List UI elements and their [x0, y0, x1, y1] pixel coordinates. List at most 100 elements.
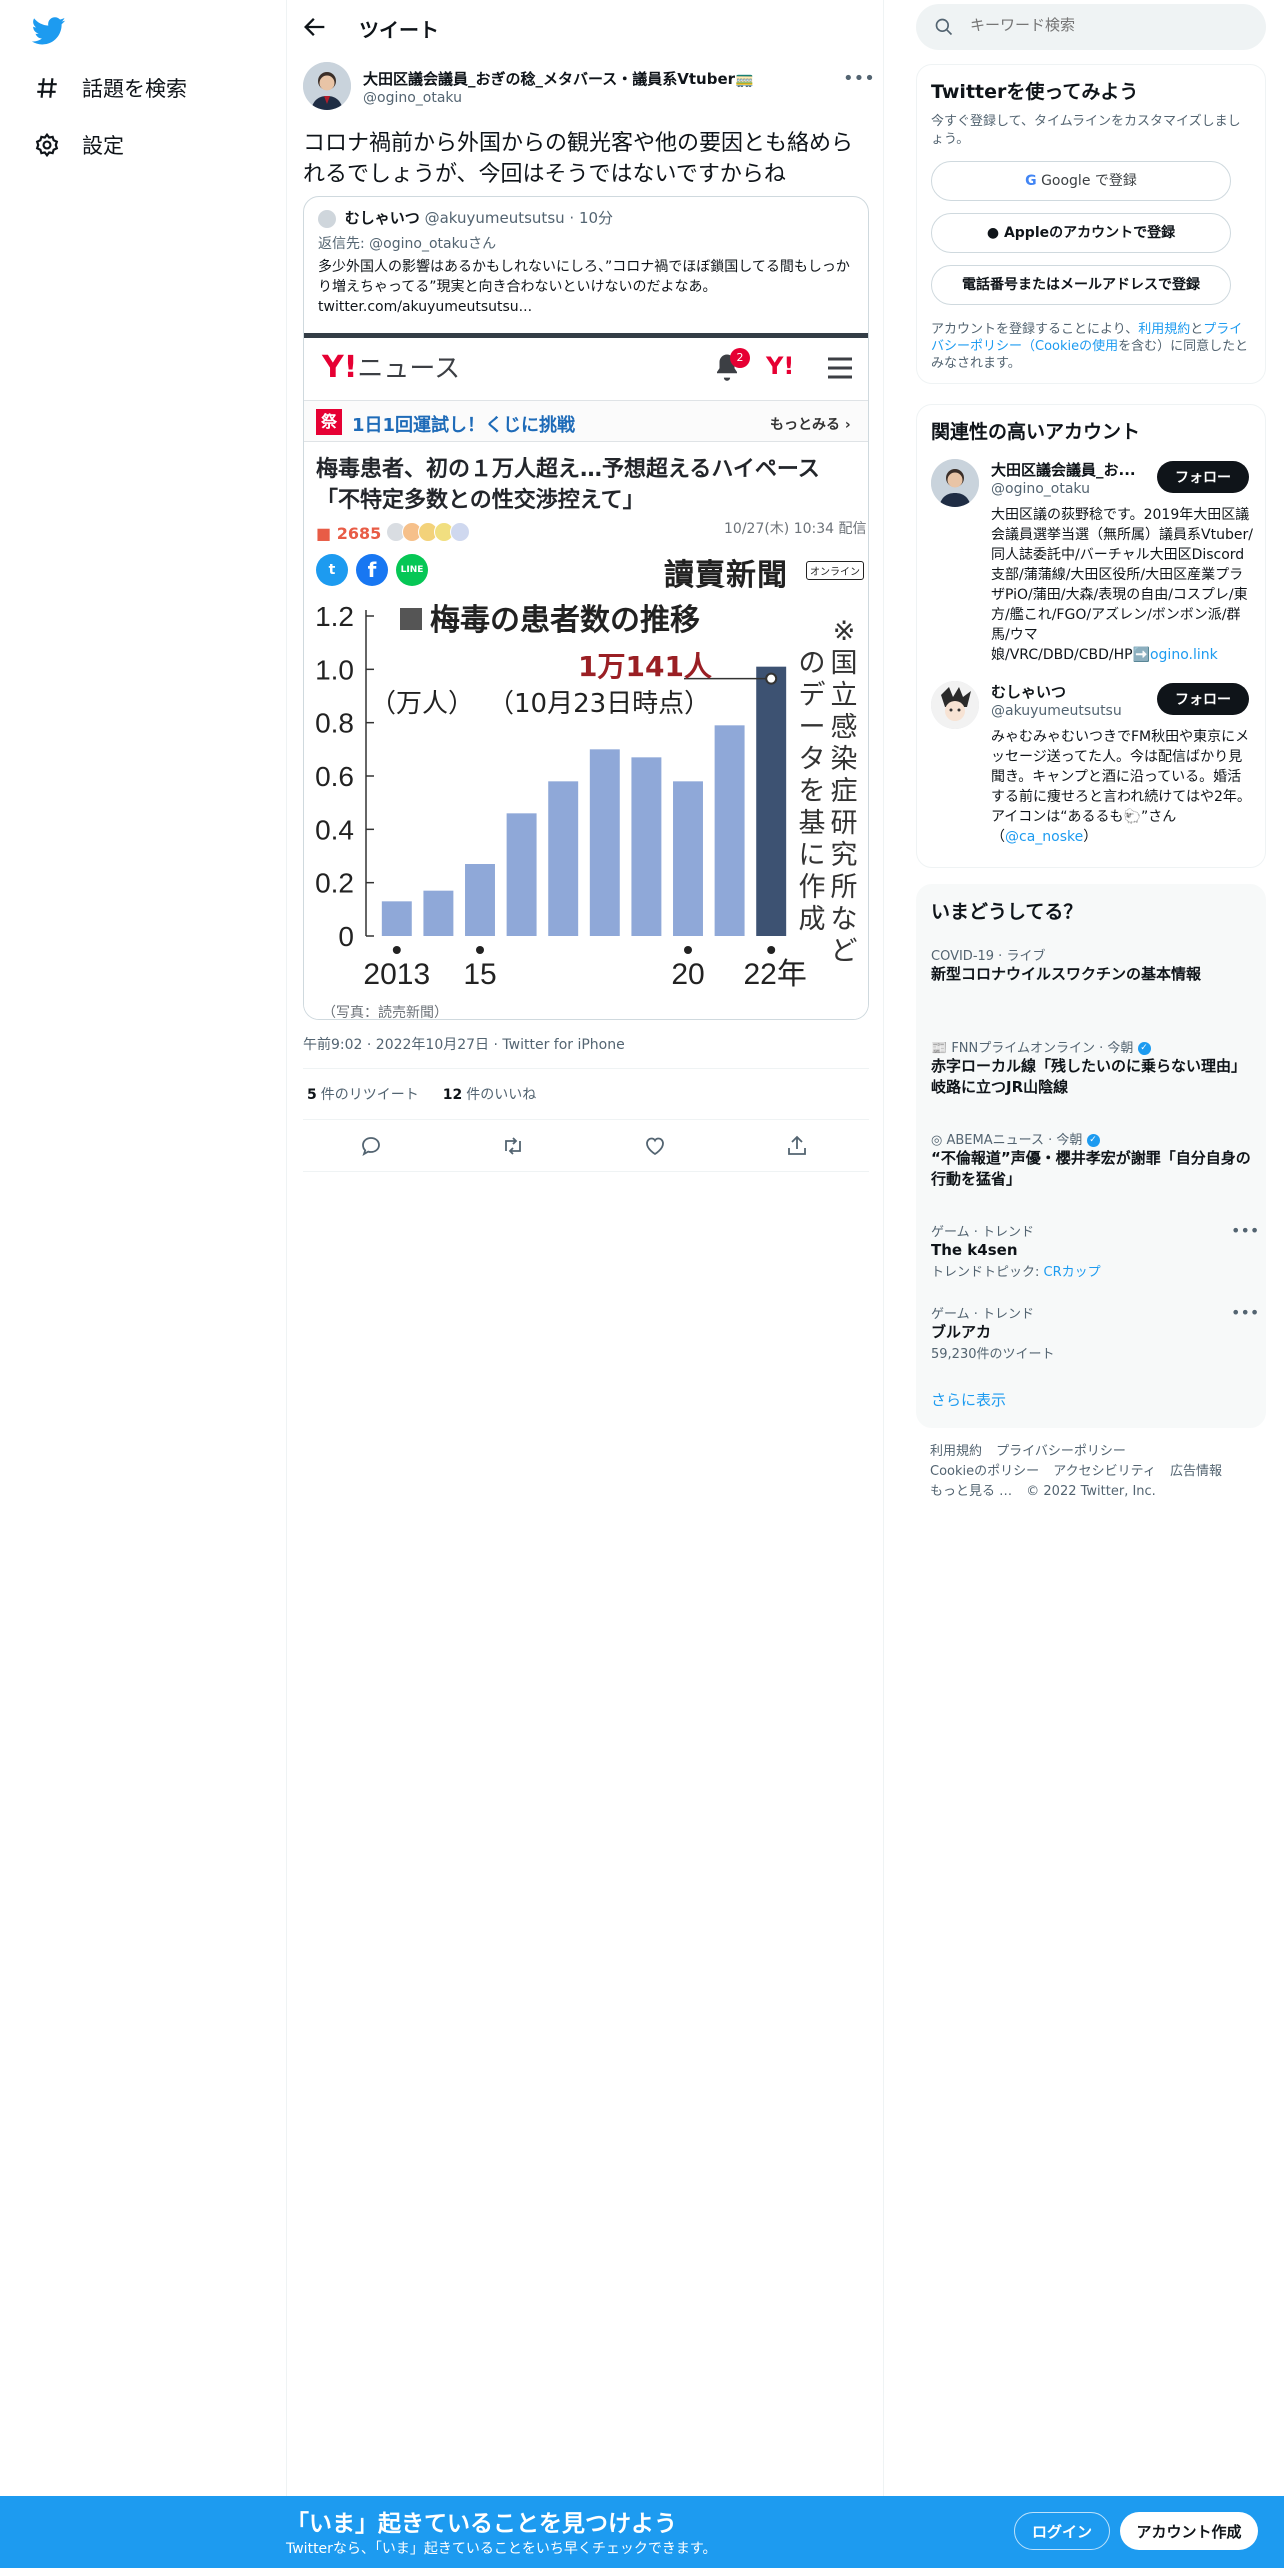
- x-tick-dot: [476, 946, 484, 954]
- facebook-share-icon: f: [356, 554, 388, 586]
- author-handle[interactable]: @ogino_otaku: [363, 90, 462, 106]
- avatar[interactable]: [931, 459, 979, 507]
- y-tick-label: 0: [338, 921, 354, 952]
- signup-subtitle: 今すぐ登録して、タイムラインをカスタマイズしましょう。: [931, 114, 1241, 147]
- line-share-icon: LINE: [396, 554, 428, 586]
- x-tick-label: 22年: [744, 958, 807, 991]
- back-arrow-icon[interactable]: [301, 13, 329, 41]
- like-icon[interactable]: [643, 1134, 667, 1158]
- yahoo-mini-logo: Y!: [766, 352, 795, 380]
- notification-badge: 2: [730, 348, 750, 368]
- side-note-char: ど: [831, 936, 858, 967]
- apple-signup-label: Appleのアカウントで登録: [1003, 225, 1176, 241]
- callout-dot: [765, 672, 778, 685]
- side-note-char: 国: [831, 648, 858, 679]
- search-input[interactable]: [970, 16, 1250, 34]
- legal-and: と: [1190, 322, 1204, 337]
- nav-explore[interactable]: 話題を検索: [34, 66, 187, 110]
- account-bio-link[interactable]: ➡️ogino.link: [1133, 647, 1218, 663]
- twitter-logo-icon[interactable]: [32, 14, 66, 48]
- account-bio-link[interactable]: @ca_noske: [1005, 829, 1083, 845]
- bar-2014: [423, 890, 454, 936]
- retweet-stat[interactable]: 5 件のリツイート: [307, 1084, 419, 1104]
- cookie-link[interactable]: （Cookieの使用: [1022, 339, 1118, 354]
- terms-link[interactable]: 利用規約: [1138, 322, 1190, 337]
- quote-link[interactable]: twitter.com/akuyumeutsutsu...: [318, 297, 858, 317]
- tweet-timestamp[interactable]: 午前9:02 · 2022年10月27日 · Twitter for iPhon…: [303, 1034, 625, 1054]
- quote-body: 多少外国人の影響はあるかもしれないにしろ、”コロナ禍でほぼ鎖国してる間もしっかり…: [318, 259, 850, 295]
- share-icon[interactable]: [785, 1134, 809, 1158]
- y-tick-label: 1.2: [315, 601, 354, 632]
- quote-header: むしゃいつ @akuyumeutsutsu · 10分: [318, 207, 613, 228]
- y-tick-label: 0.6: [315, 761, 354, 792]
- lottery-banner: 祭 1日1回運試し！くじに挑戦 もっとみる ›: [304, 400, 868, 442]
- footer-link[interactable]: アクセシビリティ: [1053, 1464, 1156, 1479]
- bar-2016: [506, 813, 537, 936]
- trend-title: The k4sen: [931, 1241, 1018, 1259]
- like-stat[interactable]: 12 件のいいね: [443, 1084, 536, 1104]
- footer-link[interactable]: 広告情報: [1170, 1464, 1222, 1479]
- tweet-actions: [303, 1120, 869, 1172]
- bar-2019: [631, 757, 662, 936]
- trend-subtext: トレンドトピック: CRカップ: [931, 1261, 1253, 1280]
- create-account-button[interactable]: アカウント作成: [1120, 2512, 1258, 2550]
- account-name[interactable]: むしゃいつ: [991, 681, 1141, 702]
- tweet-stats: 5 件のリツイート 12 件のいいね: [303, 1068, 869, 1120]
- quote-tweet-card[interactable]: むしゃいつ @akuyumeutsutsu · 10分 返信先: @ogino_…: [303, 196, 869, 1020]
- reply-icon[interactable]: [359, 1134, 383, 1158]
- account-handle[interactable]: @akuyumeutsutsu: [991, 703, 1122, 719]
- side-note-char: 所: [831, 872, 858, 903]
- trend-topic-link[interactable]: CRカップ: [1044, 1265, 1101, 1280]
- left-navigation: 話題を検索 設定: [0, 0, 286, 2496]
- footer-link[interactable]: もっと見る …: [930, 1484, 1012, 1499]
- follow-button[interactable]: フォロー: [1157, 461, 1249, 493]
- footer-link[interactable]: Cookieのポリシー: [930, 1464, 1039, 1479]
- reaction-icons: [386, 522, 470, 542]
- search-box[interactable]: [916, 4, 1266, 50]
- side-note-char: ー: [799, 712, 826, 743]
- side-note-char: に: [799, 840, 826, 871]
- signup-legal-text: アカウントを登録することにより、利用規約とプライバシーポリシー（Cookieの使…: [931, 321, 1253, 372]
- nav-settings[interactable]: 設定: [34, 123, 124, 167]
- footer-link[interactable]: 利用規約: [930, 1444, 982, 1459]
- trend-more-icon[interactable]: •••: [1231, 1221, 1259, 1240]
- like-count: 12: [442, 1087, 463, 1103]
- side-note-char: 作: [799, 872, 826, 903]
- trend-item[interactable]: 📰 FNNプライムオンライン · 今朝 ✓ 赤字ローカル線「残したいのに乗らない…: [931, 1037, 1253, 1098]
- quote-author-handle: @akuyumeutsutsu: [424, 209, 565, 227]
- trend-item[interactable]: ゲーム · トレンド ••• ブルアカ 59,230件のツイート: [931, 1303, 1259, 1362]
- trend-title: ブルアカ: [931, 1323, 992, 1341]
- comment-count-value: 2685: [336, 524, 382, 543]
- google-signup-label: Google で登録: [1041, 173, 1137, 189]
- trend-item[interactable]: ゲーム · トレンド ••• The k4sen トレンドトピック: CRカップ: [931, 1221, 1259, 1280]
- trend-item[interactable]: ◎ ABEMAニュース · 今朝 ✓ “不倫報道”声優・櫻井孝宏が謝罪「自分自身…: [931, 1129, 1253, 1190]
- footer-link[interactable]: プライバシーポリシー: [996, 1444, 1126, 1459]
- login-button[interactable]: ログイン: [1014, 2512, 1110, 2550]
- author-name[interactable]: 大田区議会議員_おぎの稔_メタバース・議員系Vtuber🚃: [363, 68, 754, 89]
- newspaper-logo: 讀賣新聞: [664, 558, 788, 593]
- account-name[interactable]: 大田区議会議員_お...: [991, 459, 1141, 480]
- trend-title: 新型コロナウイルスワクチンの基本情報: [931, 965, 1202, 983]
- account-bio-text: 大田区議の荻野稔です。2019年大田区議会議員選挙当選（無所属）議員系Vtube…: [991, 507, 1253, 663]
- retweet-icon[interactable]: [501, 1134, 525, 1158]
- apple-signup-button[interactable]: ● Appleのアカウントで登録: [931, 213, 1231, 253]
- account-bio-end: ）: [1083, 829, 1098, 845]
- footer-links: 利用規約 プライバシーポリシー Cookieのポリシー アクセシビリティ 広告情…: [930, 1442, 1250, 1502]
- avatar[interactable]: [931, 681, 979, 729]
- side-note-char: 症: [831, 776, 858, 807]
- phone-signup-button[interactable]: 電話番号またはメールアドレスで登録: [931, 265, 1231, 305]
- nav-explore-label: 話題を検索: [82, 77, 187, 101]
- signup-title: Twitterを使ってみよう: [931, 81, 1139, 103]
- trend-more-icon[interactable]: •••: [1231, 1303, 1259, 1322]
- quote-time: · 10分: [569, 209, 614, 227]
- show-more-link[interactable]: さらに表示: [931, 1389, 1006, 1410]
- photo-credit: （写真：読売新聞）: [322, 1005, 448, 1020]
- author-avatar[interactable]: [303, 62, 351, 110]
- follow-button[interactable]: フォロー: [1157, 683, 1249, 715]
- side-note-char: タ: [799, 744, 826, 775]
- trend-item[interactable]: COVID-19 · ライブ 新型コロナウイルスワクチンの基本情報: [931, 945, 1253, 985]
- google-signup-button[interactable]: G Google で登録: [931, 161, 1231, 201]
- y-tick-label: 0.8: [315, 708, 354, 739]
- account-handle[interactable]: @ogino_otaku: [991, 481, 1090, 497]
- more-options-icon[interactable]: •••: [843, 68, 875, 89]
